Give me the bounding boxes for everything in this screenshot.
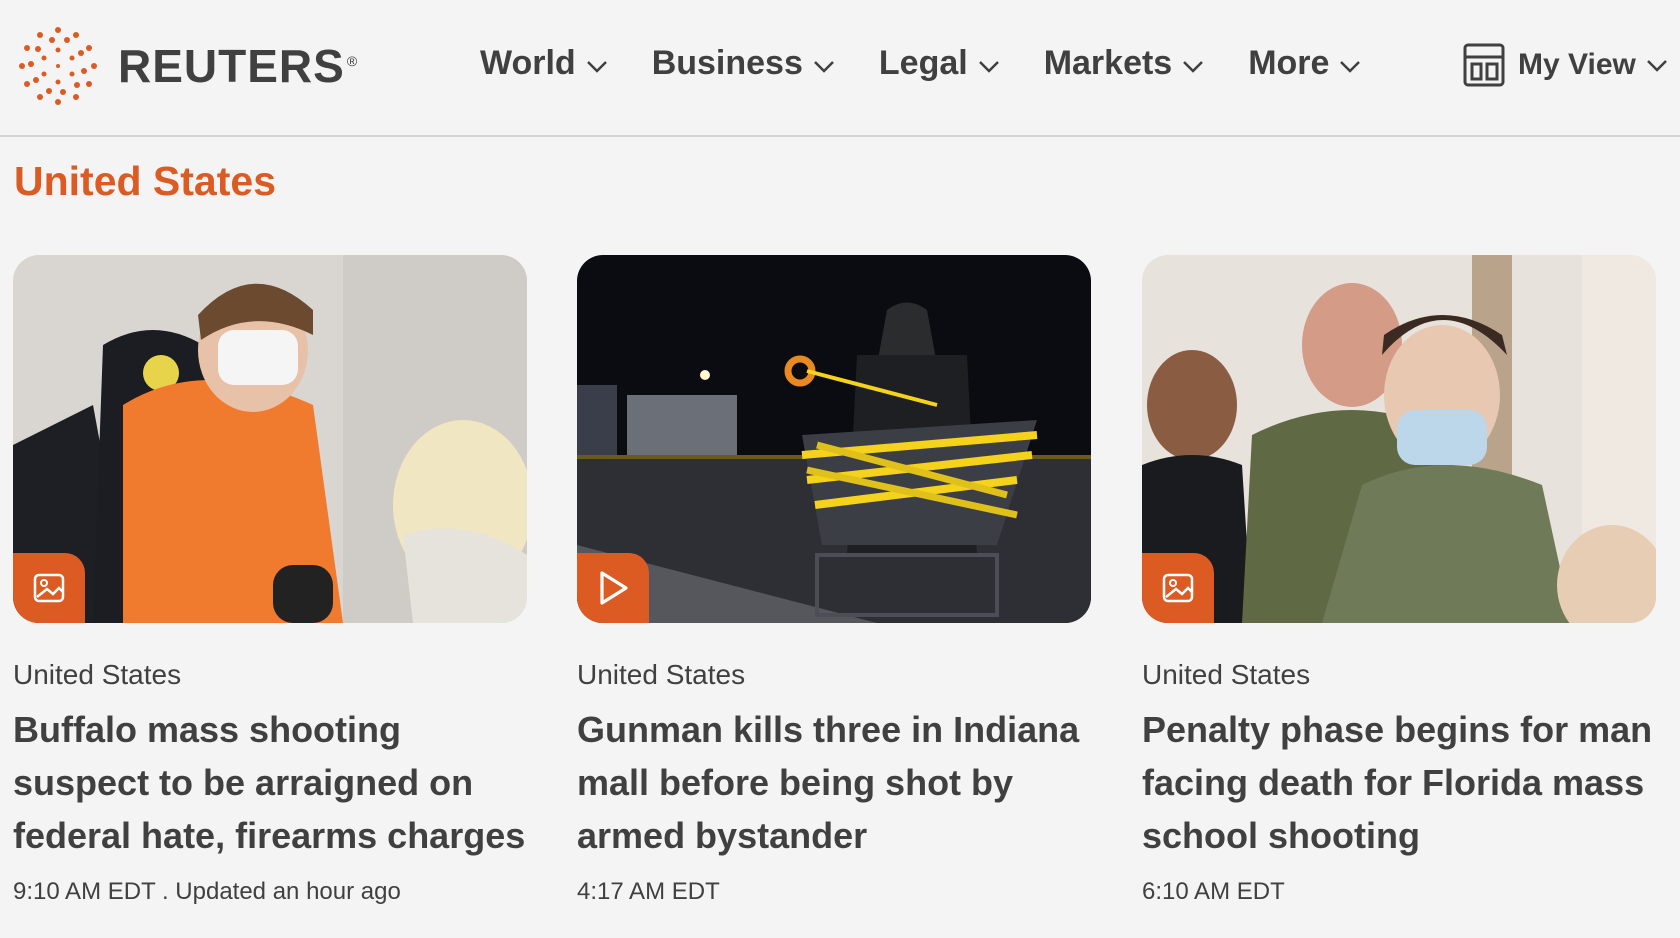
image-icon	[33, 573, 65, 603]
story-kicker[interactable]: United States	[577, 659, 1091, 691]
nav-world-label: World	[480, 44, 576, 82]
nav-more[interactable]: More	[1248, 44, 1361, 83]
story-card[interactable]: United States Penalty phase begins for m…	[1142, 255, 1656, 906]
story-card[interactable]: United States Buffalo mass shooting susp…	[13, 255, 527, 906]
story-headline[interactable]: Buffalo mass shooting suspect to be arra…	[13, 703, 527, 862]
my-view-button[interactable]: My View	[1462, 42, 1668, 88]
nav-markets[interactable]: Markets	[1044, 44, 1205, 83]
reuters-logo-icon	[19, 27, 97, 105]
story-timestamp: 9:10 AM EDT . Updated an hour ago	[13, 878, 401, 905]
story-timestamp: 4:17 AM EDT	[577, 878, 720, 905]
play-icon	[600, 571, 628, 605]
story-headline[interactable]: Gunman kills three in Indiana mall befor…	[577, 703, 1091, 862]
my-view-label: My View	[1518, 48, 1636, 81]
nav-markets-label: Markets	[1043, 44, 1173, 82]
reuters-wordmark: REUTERS ®	[118, 40, 359, 92]
story-photo-night-scene	[577, 255, 1091, 623]
image-badge	[1142, 553, 1214, 623]
story-video[interactable]	[577, 255, 1091, 623]
chevron-down-icon	[586, 60, 607, 73]
nav-legal[interactable]: Legal	[879, 44, 1000, 83]
story-timestamp: 6:10 AM EDT	[1142, 878, 1285, 905]
story-card[interactable]: United States Gunman kills three in Indi…	[577, 255, 1091, 906]
story-image[interactable]	[1142, 255, 1656, 623]
story-photo-courtroom	[1142, 255, 1656, 623]
site-header: REUTERS ® World Business Legal Markets Mo…	[0, 0, 1680, 137]
chevron-down-icon	[1646, 60, 1667, 72]
image-badge	[13, 553, 85, 623]
layout-icon	[1463, 43, 1505, 87]
reuters-logo[interactable]: REUTERS ®	[12, 24, 358, 108]
story-kicker[interactable]: United States	[13, 659, 527, 691]
story-image[interactable]	[13, 255, 527, 623]
chevron-down-icon	[978, 60, 999, 73]
section-title[interactable]: United States	[14, 158, 276, 205]
story-photo-courtroom	[13, 255, 527, 623]
nav-more-label: More	[1248, 44, 1330, 82]
nav-business-label: Business	[651, 44, 803, 82]
nav-world[interactable]: World	[480, 44, 608, 83]
nav-legal-label: Legal	[878, 44, 968, 82]
chevron-down-icon	[814, 60, 834, 73]
chevron-down-icon	[1183, 60, 1204, 73]
story-headline[interactable]: Penalty phase begins for man facing deat…	[1142, 703, 1656, 862]
chevron-down-icon	[1340, 60, 1361, 73]
nav-business[interactable]: Business	[652, 44, 835, 83]
registered-mark: ®	[346, 52, 359, 69]
image-icon	[1162, 573, 1194, 603]
story-kicker[interactable]: United States	[1142, 659, 1656, 691]
main-nav: World Business Legal Markets More	[480, 44, 1405, 83]
video-badge[interactable]	[577, 553, 649, 623]
